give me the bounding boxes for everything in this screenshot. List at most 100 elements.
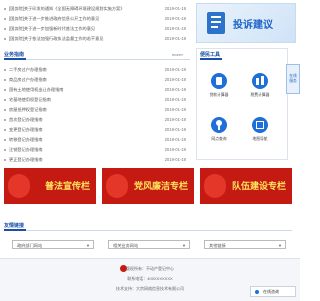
divider [4, 59, 190, 60]
list-item-title[interactable]: 房屋抵押权登记指南 [9, 105, 159, 114]
bullet-icon [4, 138, 6, 141]
emblem-icon [204, 174, 226, 198]
list-item[interactable]: 首次登记办理指南 2019-01-19 [4, 115, 190, 124]
online-chat-button[interactable]: 在线咨询 [250, 286, 296, 297]
list-item-title[interactable]: 二手房过户办理指南 [9, 65, 159, 74]
list-item-date: 2019-01-19 [164, 137, 186, 142]
bullet-icon [4, 148, 6, 151]
bullet-icon [4, 68, 6, 71]
list-item-date: 2019-01-19 [164, 77, 186, 82]
list-item[interactable]: 更正登记办理指南 2019-01-19 [4, 155, 190, 164]
chevron-down-icon: ▼ [278, 243, 282, 248]
tool-label[interactable]: 网点查询 [204, 137, 234, 142]
news-row[interactable]: [国务院]关于依法加强行政执法监督工作的若干意见 2019-01-19 [4, 34, 190, 43]
links-select-other[interactable]: 其他链接 ▼ [204, 240, 286, 249]
business-guide-more-link[interactable]: more» [172, 52, 183, 57]
chat-icon [255, 290, 259, 294]
title-underline [4, 229, 26, 231]
chevron-down-icon: ▼ [86, 243, 90, 248]
bullet-icon [4, 88, 6, 91]
location-icon[interactable] [211, 117, 227, 133]
list-item-title[interactable]: 首次登记办理指南 [9, 115, 159, 124]
convenience-tools-panel [196, 48, 288, 160]
select-value: 其他链接 [209, 243, 226, 248]
bullet-icon [4, 78, 6, 81]
promo-banner-text: 党风廉洁专栏 [133, 181, 188, 191]
news-row[interactable]: [国务院]关于进一步加强新时代普法工作的意见 2019-01-19 [4, 24, 190, 33]
bullet-icon [4, 37, 6, 40]
online-chat-label: 在线咨询 [263, 289, 279, 294]
news-date: 2019-01-19 [164, 16, 186, 21]
building-icon[interactable] [252, 73, 268, 89]
list-item-date: 2019-01-19 [164, 157, 186, 162]
list-item-date: 2019-01-19 [164, 87, 186, 92]
map-icon[interactable] [252, 117, 268, 133]
promo-banner-legal[interactable]: 普法宣传栏 [4, 168, 96, 204]
bullet-icon [4, 98, 6, 101]
list-item-title[interactable]: 国有土地使用权出让办理指南 [9, 85, 159, 94]
footer-copyright: 版权所有：不动产登记中心 [126, 266, 174, 271]
promo-banner-integrity[interactable]: 党风廉洁专栏 [102, 168, 194, 204]
links-select-gov[interactable]: 政府部门网站 ▼ [12, 240, 94, 249]
list-item[interactable]: 国有土地使用权出让办理指南 2019-01-19 [4, 85, 190, 94]
news-date: 2019-01-19 [164, 26, 186, 31]
list-item[interactable]: 商品房过户办理指南 2019-01-19 [4, 75, 190, 84]
complaint-icon [207, 12, 225, 34]
list-item-date: 2019-01-19 [164, 67, 186, 72]
links-select-related[interactable]: 相关业务网站 ▼ [108, 240, 190, 249]
news-row[interactable]: [国务院]关于印发的通知《全国无障碍环境建设规划实施方案》 2019-01-19 [4, 4, 190, 13]
list-item-date: 2019-01-19 [164, 107, 186, 112]
convenience-tools-title: 便民工具 [200, 52, 221, 58]
complaint-label: 投诉建议 [233, 20, 273, 31]
title-underline [4, 58, 26, 60]
complaint-banner[interactable]: 投诉建议 [196, 3, 296, 43]
bullet-icon [4, 7, 6, 10]
news-title[interactable]: [国务院]关于印发的通知《全国无障碍环境建设规划实施方案》 [9, 4, 159, 13]
tool-label[interactable]: 地图导航 [245, 137, 275, 142]
select-value: 政府部门网站 [17, 243, 43, 248]
list-item[interactable]: 宅基地使用权登记指南 2019-01-19 [4, 95, 190, 104]
news-date: 2019-01-19 [164, 36, 186, 41]
list-item[interactable]: 二手房过户办理指南 2019-01-19 [4, 65, 190, 74]
news-title[interactable]: [国务院]关于依法加强行政执法监督工作的若干意见 [9, 34, 159, 43]
list-item-date: 2019-01-19 [164, 97, 186, 102]
chevron-down-icon: ▼ [182, 243, 186, 248]
list-item-title[interactable]: 变更登记办理指南 [9, 125, 159, 134]
select-value: 相关业务网站 [113, 243, 139, 248]
list-item-date: 2019-01-19 [164, 147, 186, 152]
list-item[interactable]: 房屋抵押权登记指南 2019-01-19 [4, 105, 190, 114]
list-item-title[interactable]: 商品房过户办理指南 [9, 75, 159, 84]
news-row[interactable]: [国务院]关于进一步推进政府信息公开工作的意见 2019-01-19 [4, 14, 190, 23]
list-item-title[interactable]: 宅基地使用权登记指南 [9, 95, 159, 104]
list-item[interactable]: 变更登记办理指南 2019-01-19 [4, 125, 190, 134]
tool-label[interactable]: 税费计算器 [245, 93, 275, 98]
list-item-title[interactable]: 转移登记办理指南 [9, 135, 159, 144]
side-float-widget[interactable]: 在线 服务 [286, 64, 300, 94]
tool-label[interactable]: 贷款计算器 [204, 93, 234, 98]
bullet-icon [4, 17, 6, 20]
promo-banner-text: 普法宣传栏 [44, 181, 90, 191]
business-guide-title: 业务指南 [4, 52, 25, 58]
side-float-label[interactable]: 在线 服务 [289, 74, 297, 83]
title-underline [200, 58, 222, 60]
bullet-icon [4, 158, 6, 161]
news-title[interactable]: [国务院]关于进一步推进政府信息公开工作的意见 [9, 14, 159, 23]
list-item[interactable]: 注销登记办理指南 2019-01-19 [4, 145, 190, 154]
footer-contact: 联系电话：400XXXXXXX [127, 276, 173, 281]
news-date: 2019-01-19 [164, 6, 186, 11]
list-item-title[interactable]: 注销登记办理指南 [9, 145, 159, 154]
news-title[interactable]: [国务院]关于进一步加强新时代普法工作的意见 [9, 24, 159, 33]
emblem-icon [106, 174, 128, 198]
promo-banner-text: 队伍建设专栏 [231, 181, 286, 191]
friendly-links-title: 友情链接 [4, 223, 25, 229]
bullet-icon [4, 27, 6, 30]
calculator-icon[interactable] [211, 73, 227, 89]
list-item-date: 2019-01-19 [164, 127, 186, 132]
emblem-icon [8, 174, 30, 198]
bullet-icon [4, 118, 6, 121]
list-item-date: 2019-01-19 [164, 117, 186, 122]
bullet-icon [4, 128, 6, 131]
list-item-title[interactable]: 更正登记办理指南 [9, 155, 159, 164]
list-item[interactable]: 转移登记办理指南 2019-01-19 [4, 135, 190, 144]
promo-banner-team[interactable]: 队伍建设专栏 [200, 168, 292, 204]
